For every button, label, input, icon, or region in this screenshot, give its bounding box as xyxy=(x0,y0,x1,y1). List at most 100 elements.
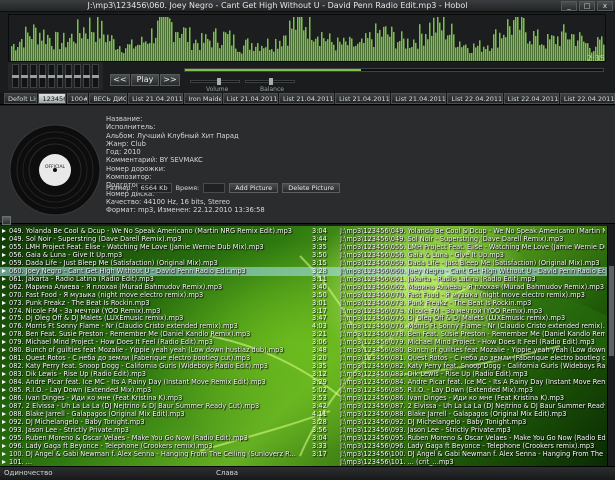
eq-slider[interactable] xyxy=(12,64,19,88)
eq-slider[interactable] xyxy=(56,64,64,88)
spectrum-bar xyxy=(265,47,267,61)
spectrum-bar xyxy=(33,24,35,61)
play-button[interactable]: Play xyxy=(131,74,159,86)
tab-playlist[interactable]: List 21.04.2011 - 3 xyxy=(278,93,335,104)
eq-slider[interactable] xyxy=(20,64,28,88)
spectrum-bar xyxy=(97,17,99,61)
playlist-scrollbar[interactable] xyxy=(607,226,615,466)
spectrum-bar xyxy=(45,44,47,61)
spectrum-bar xyxy=(523,17,525,61)
spectrum-bar xyxy=(577,40,579,61)
minimize-button[interactable]: _ xyxy=(561,1,577,11)
spectrum-bar xyxy=(363,42,365,61)
eq-slider[interactable] xyxy=(47,64,55,88)
spectrum-bar xyxy=(251,43,253,61)
tab-playlist[interactable]: List 21.04.2011 - 4 xyxy=(391,93,447,104)
eq-slider[interactable] xyxy=(38,64,46,88)
play-triangle-icon xyxy=(2,268,6,273)
spectrum-bar xyxy=(263,48,265,61)
info-line: Номер дорожки: xyxy=(106,164,166,173)
spectrum-bar xyxy=(127,44,129,61)
spectrum-bar xyxy=(105,42,107,61)
spectrum-bar xyxy=(453,34,455,61)
spectrum-bar xyxy=(85,33,87,61)
spectrum-bar xyxy=(425,34,427,61)
eq-slider[interactable] xyxy=(83,64,91,88)
spectrum-bar xyxy=(371,39,373,61)
tab-playlist[interactable]: List 21.04.2011 - 1 xyxy=(128,93,184,104)
spectrum-bar xyxy=(159,17,161,61)
spectrum-bar xyxy=(455,47,457,61)
spectrum-bar xyxy=(109,41,111,61)
spectrum-bar xyxy=(353,46,355,61)
tab-playlist[interactable]: List 21.04.2011 - 3 xyxy=(335,93,391,104)
spectrum-bar xyxy=(525,32,527,61)
tab-playlist[interactable]: ВЕСЬ ДИСК xyxy=(89,93,128,104)
scrollbar-thumb[interactable] xyxy=(609,266,614,356)
window-controls: _ □ x xyxy=(561,1,613,11)
tab-playlist[interactable]: Defolt List xyxy=(4,93,38,104)
tab-playlist[interactable]: List 22.04.2011 - 3 xyxy=(559,93,615,104)
spectrum-bar xyxy=(51,45,53,61)
play-triangle-icon xyxy=(2,443,6,448)
spectrum-bar xyxy=(519,29,521,61)
spectrum-bar xyxy=(231,45,233,61)
add-picture-button[interactable]: Add Picture xyxy=(229,183,279,193)
eq-slider[interactable] xyxy=(74,64,82,88)
spectrum-bar xyxy=(495,29,497,61)
tab-playlist[interactable]: Iron Maiden xyxy=(184,93,222,104)
tab-playlist[interactable]: 123456 xyxy=(38,93,66,104)
spectrum-bar xyxy=(157,20,159,61)
spectrum-bar xyxy=(531,44,533,61)
spectrum-bar xyxy=(225,32,227,61)
spectrum-bar xyxy=(545,48,547,61)
previous-button[interactable]: << xyxy=(110,74,130,86)
spectrum-bar xyxy=(441,30,443,61)
spectrum-bar xyxy=(417,48,419,61)
volume-slider[interactable] xyxy=(190,78,240,85)
spectrum-bar xyxy=(373,46,375,61)
status-bar: Одиночество Слава xyxy=(0,466,615,480)
spectrum-bar xyxy=(267,38,269,61)
volume-thumb[interactable] xyxy=(217,78,221,85)
add-file-icon[interactable] xyxy=(2,216,11,225)
spectrum-bar xyxy=(219,48,221,61)
balance-thumb[interactable] xyxy=(269,78,273,85)
tab-playlist[interactable]: List 22.04.2011 - 1 xyxy=(447,93,503,104)
maximize-button[interactable]: □ xyxy=(579,1,595,11)
playlist-row[interactable]: 101. ... J:\mp3\123456\101. ... (crit_...… xyxy=(0,458,607,466)
tab-playlist[interactable]: List 21.04.2011 - 2 xyxy=(222,93,278,104)
spectrum-bar xyxy=(293,17,295,61)
eq-slider[interactable] xyxy=(29,64,37,88)
spectrum-bar xyxy=(449,34,451,61)
spectrum-bar xyxy=(115,49,117,61)
tab-playlist[interactable]: List 22.04.2011 - 2 xyxy=(503,93,559,104)
spectrum-bar xyxy=(493,34,495,61)
spectrum-bar xyxy=(179,38,181,61)
seek-bar[interactable] xyxy=(184,68,604,72)
eq-slider[interactable] xyxy=(65,64,73,88)
tab-playlist[interactable]: 100# xyxy=(66,93,89,104)
play-triangle-icon xyxy=(2,411,6,416)
spectrum-bar xyxy=(403,38,405,61)
spectrum-bar xyxy=(81,38,83,61)
play-triangle-icon xyxy=(2,276,6,281)
spectrum-bar xyxy=(499,32,501,61)
play-triangle-icon xyxy=(2,427,6,432)
eq-slider[interactable] xyxy=(92,64,100,88)
spectrum-bar xyxy=(69,37,71,61)
spectrum-bar xyxy=(485,48,487,61)
spectrum-bar xyxy=(331,41,333,61)
track-path: J:\mp3\123456\101. ... (crit_...mp3 xyxy=(340,457,454,466)
spectrum-bar xyxy=(383,26,385,61)
next-button[interactable]: >> xyxy=(160,74,180,86)
balance-slider[interactable] xyxy=(245,78,295,85)
spectrum-bar xyxy=(431,35,433,61)
spectrum-bar xyxy=(271,49,273,61)
delete-picture-button[interactable]: Delete Picture xyxy=(282,183,340,193)
close-button[interactable]: x xyxy=(597,1,613,11)
spectrum-bar xyxy=(491,48,493,61)
play-triangle-icon xyxy=(2,260,6,265)
seek-progress xyxy=(185,69,361,71)
spectrum-bar xyxy=(389,36,391,61)
